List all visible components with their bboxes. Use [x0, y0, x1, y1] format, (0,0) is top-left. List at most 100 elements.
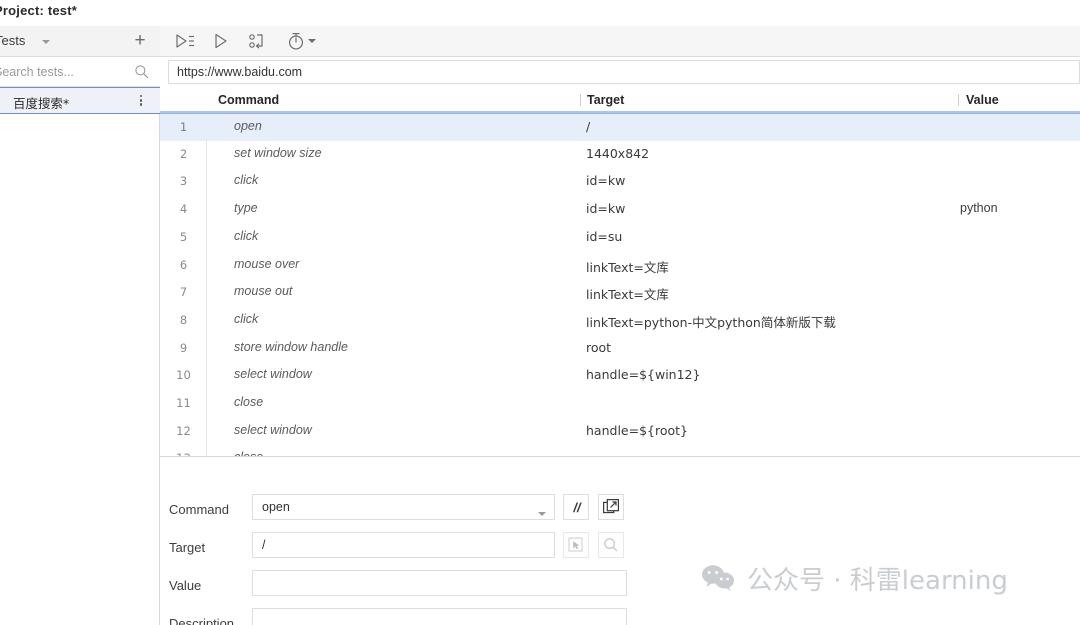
table-row[interactable]: 4 type id=kw python — [160, 196, 1080, 224]
column-divider[interactable] — [958, 94, 959, 106]
row-command[interactable]: click — [234, 173, 258, 187]
select-target-icon — [568, 537, 583, 552]
column-divider[interactable] — [580, 94, 581, 106]
row-command[interactable]: mouse over — [234, 257, 299, 271]
row-target[interactable]: handle=${root} — [586, 423, 688, 438]
row-target[interactable]: id=kw — [586, 173, 625, 188]
step-over-icon[interactable] — [244, 30, 270, 52]
row-number: 6 — [179, 257, 188, 272]
row-number: 5 — [179, 229, 188, 244]
row-command[interactable]: close — [234, 395, 263, 409]
table-row[interactable]: 1 open / — [160, 113, 1080, 141]
table-row[interactable]: 13 close — [160, 445, 1080, 456]
open-in-new-button[interactable] — [598, 494, 624, 520]
run-current-test-icon[interactable] — [208, 30, 234, 52]
row-number: 2 — [179, 146, 188, 161]
table-row[interactable]: 8 click linkText=python-中文python简体新版下载 — [160, 307, 1080, 335]
row-command[interactable]: close — [234, 450, 263, 456]
row-number: 13 — [160, 451, 207, 456]
row-command[interactable]: mouse out — [234, 284, 292, 298]
row-command[interactable]: store window handle — [234, 340, 348, 354]
table-row[interactable]: 10 select window handle=${win12} — [160, 362, 1080, 390]
value-label: Value — [169, 578, 202, 593]
main-panel: Command Target Value 1 open / 2 set window s… — [160, 26, 1080, 625]
select-target-button[interactable] — [563, 532, 589, 558]
row-command[interactable]: type — [234, 201, 258, 215]
table-row[interactable]: 5 click id=su — [160, 224, 1080, 252]
row-target[interactable]: root — [586, 340, 611, 355]
speed-timer-icon[interactable] — [284, 30, 310, 52]
command-editor-form: Command // Target — [160, 483, 1080, 625]
row-number: 9 — [179, 340, 188, 355]
row-target[interactable]: handle=${win12} — [586, 367, 700, 382]
row-target[interactable]: id=kw — [586, 201, 625, 216]
title-bar: Project: test* — [0, 0, 1080, 26]
commands-table-header: Command Target Value — [160, 88, 1080, 113]
find-target-icon — [604, 538, 618, 552]
table-row[interactable]: 3 click id=kw — [160, 168, 1080, 196]
row-target[interactable]: linkText=文库 — [586, 284, 669, 303]
target-input[interactable] — [252, 532, 555, 558]
row-number: 11 — [176, 396, 191, 410]
table-row[interactable]: 2 set window size 1440x842 — [160, 141, 1080, 169]
tests-sidebar: Tests + 百度搜索* — [0, 26, 160, 625]
chevron-down-icon[interactable] — [42, 40, 50, 44]
add-test-button[interactable]: + — [130, 31, 150, 51]
form-row-value: Value — [160, 570, 1080, 606]
more-options-icon[interactable] — [134, 93, 148, 109]
row-number: 12 — [176, 423, 191, 438]
row-command[interactable]: set window size — [234, 146, 322, 160]
playback-toolbar — [160, 26, 1080, 57]
row-target[interactable]: 1440x842 — [586, 146, 649, 161]
search-tests-input[interactable] — [0, 63, 134, 81]
column-header-value: Value — [966, 93, 999, 107]
row-number: 8 — [179, 312, 188, 327]
row-target[interactable]: linkText=python-中文python简体新版下载 — [586, 312, 836, 331]
command-select[interactable] — [252, 494, 555, 520]
toggle-comment-button[interactable]: // — [563, 494, 589, 520]
form-row-description: Description — [160, 608, 1080, 625]
table-row[interactable]: 6 mouse over linkText=文库 — [160, 252, 1080, 280]
speed-dropdown-caret-icon[interactable] — [308, 39, 316, 43]
selenium-ide-window: Project: test* Tests + 百度搜索* — [0, 0, 1080, 625]
row-number: 4 — [179, 202, 188, 217]
sidebar-test-item-label: 百度搜索* — [13, 96, 70, 111]
row-number: 3 — [179, 174, 188, 189]
sidebar-test-item[interactable]: 百度搜索* — [0, 87, 160, 114]
table-row[interactable]: 9 store window handle root — [160, 335, 1080, 363]
row-target[interactable]: id=su — [586, 229, 622, 244]
table-row[interactable]: 12 select window handle=${root} — [160, 418, 1080, 446]
description-input[interactable] — [252, 608, 627, 625]
row-command[interactable]: click — [234, 312, 258, 326]
form-row-target: Target — [160, 532, 1080, 568]
column-header-target: Target — [587, 93, 625, 107]
base-url-input[interactable] — [168, 60, 1080, 84]
row-target[interactable]: linkText=文库 — [586, 257, 669, 276]
project-title: Project: test* — [0, 3, 77, 18]
run-all-tests-icon[interactable] — [172, 30, 198, 52]
row-target[interactable]: / — [586, 119, 590, 134]
row-number: 10 — [176, 368, 191, 383]
search-tests-row — [0, 57, 160, 87]
row-command[interactable]: select window — [234, 423, 312, 437]
row-command[interactable]: open — [234, 119, 262, 133]
target-label: Target — [169, 540, 206, 555]
table-row[interactable]: 7 mouse out linkText=文库 — [160, 279, 1080, 307]
row-number: 1 — [179, 120, 188, 134]
base-url-row — [160, 57, 1080, 88]
row-command[interactable]: click — [234, 229, 258, 243]
chevron-down-icon[interactable] — [538, 512, 546, 516]
value-input[interactable] — [252, 570, 627, 596]
row-value[interactable]: python — [960, 201, 998, 215]
commands-table: 1 open / 2 set window size 1440x842 3 click id=k… — [160, 113, 1080, 457]
row-number: 7 — [179, 285, 188, 300]
row-command[interactable]: select window — [234, 367, 312, 381]
table-row[interactable]: 11 close — [160, 390, 1080, 418]
comment-slashes-icon: // — [573, 500, 581, 515]
find-target-button[interactable] — [598, 532, 624, 558]
open-in-new-icon — [603, 499, 619, 514]
description-label: Description — [169, 616, 235, 625]
tests-sidebar-header: Tests + — [0, 26, 160, 57]
search-icon[interactable] — [134, 64, 149, 79]
form-row-command: Command // — [160, 494, 1080, 530]
